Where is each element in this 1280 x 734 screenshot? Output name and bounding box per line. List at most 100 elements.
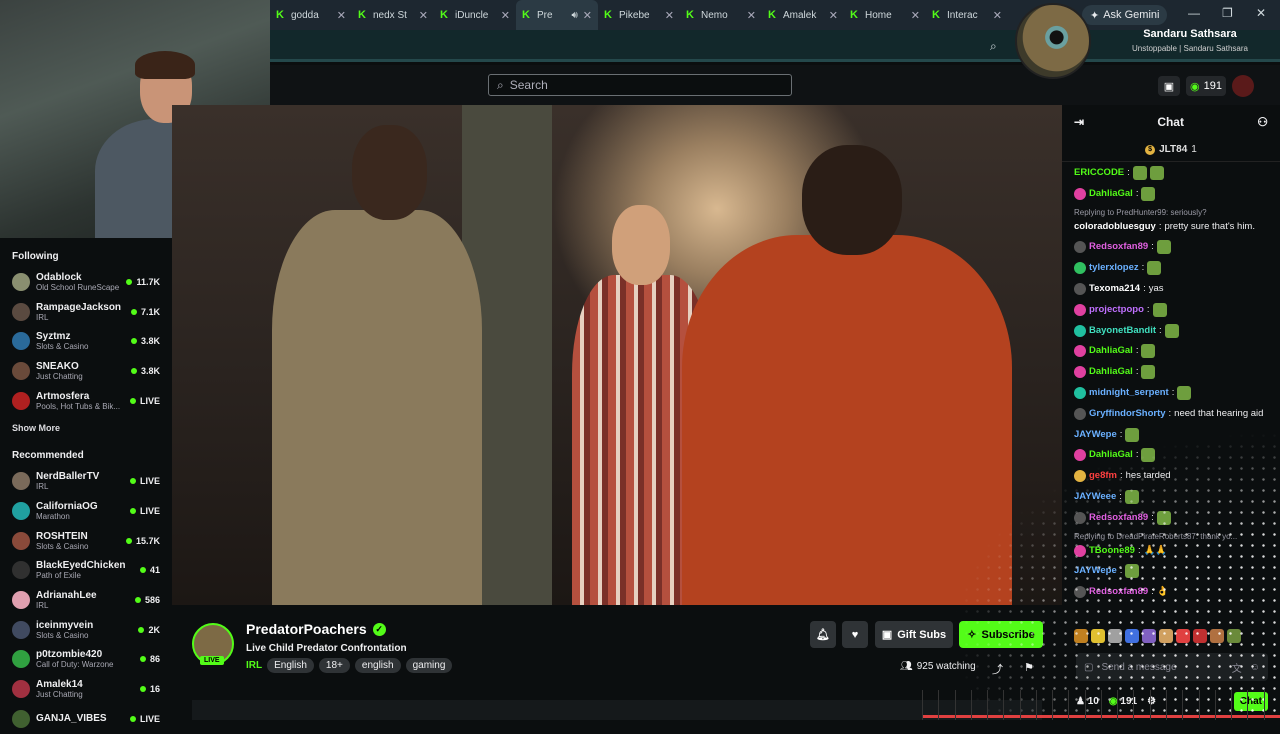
emote-bar[interactable] — [1074, 629, 1241, 643]
close-tab-icon[interactable]: ✕ — [665, 9, 674, 22]
tag[interactable]: English — [267, 658, 314, 673]
chat-message[interactable]: coloradobluesguy: pretty sure that's him. — [1074, 220, 1268, 234]
close-window-icon[interactable]: ✕ — [1256, 6, 1266, 20]
minimize-icon[interactable]: — — [1188, 6, 1200, 20]
chat-username[interactable]: midnight_serpent — [1089, 386, 1169, 400]
chat-username[interactable]: DahliaGal — [1089, 344, 1133, 358]
browser-tab[interactable]: Knedx St ✕ — [352, 0, 434, 30]
chat-message[interactable]: JAYWepe: — [1074, 564, 1268, 579]
tag[interactable]: english — [354, 658, 401, 673]
chat-username[interactable]: BayonetBandit — [1089, 324, 1156, 338]
sidebar-channel-item[interactable]: Artmosfera Pools, Hot Tubs & Bik... LIVE — [0, 386, 172, 416]
channel-name[interactable]: PredatorPoachers — [246, 621, 367, 637]
chat-username[interactable]: Texoma214 — [1089, 282, 1140, 296]
close-tab-icon[interactable]: ✕ — [993, 9, 1002, 22]
heart-icon[interactable]: ♥ — [842, 621, 868, 648]
chat-username[interactable]: DahliaGal — [1089, 448, 1133, 462]
ask-gemini-button[interactable]: ✦ Ask Gemini — [1082, 5, 1168, 25]
video-player[interactable] — [172, 105, 1062, 605]
sidebar-channel-item[interactable]: NerdBallerTV IRL LIVE — [0, 466, 172, 496]
chat-message[interactable]: TBoone89: 🙏🙏 — [1074, 544, 1268, 558]
chat-username[interactable]: Redsoxfan89 — [1089, 511, 1148, 525]
chat-message[interactable]: DahliaGal: — [1074, 186, 1268, 201]
speaker-icon[interactable]: 🔊︎ — [571, 10, 577, 21]
bell-icon[interactable]: 🔔︎ — [810, 621, 836, 648]
sidebar-channel-item[interactable]: CaliforniaOG Marathon LIVE — [0, 496, 172, 526]
chat-username[interactable]: TBoone89 — [1089, 544, 1135, 558]
chat-message[interactable]: midnight_serpent: — [1074, 385, 1268, 400]
chat-users-icon[interactable]: ⚇ — [1257, 115, 1268, 129]
sidebar-channel-item[interactable]: RampageJackson IRL 7.1K — [0, 297, 172, 327]
settings-icon[interactable]: ⚙ — [1147, 696, 1156, 707]
chat-username[interactable]: coloradobluesguy — [1074, 220, 1156, 234]
tag[interactable]: 18+ — [318, 658, 350, 673]
collapse-chat-icon[interactable]: ⇥ — [1074, 115, 1084, 129]
chat-message[interactable]: DahliaGal: — [1074, 344, 1268, 359]
browser-tab[interactable]: K Pre 🔊︎ ✕ — [516, 0, 598, 30]
chat-message[interactable]: ERICCODE: — [1074, 166, 1268, 180]
browser-tab[interactable]: K Nemo ✕ — [680, 0, 762, 30]
chat-leaderboard[interactable]: $ JLT84 1 — [1062, 138, 1280, 162]
chat-message[interactable]: projectpopo: — [1074, 302, 1268, 317]
close-tab-icon[interactable]: ✕ — [419, 9, 428, 22]
user-avatar[interactable] — [1232, 75, 1254, 97]
chat-username[interactable]: GryffindorShorty — [1089, 407, 1166, 421]
close-tab-icon[interactable]: ✕ — [583, 9, 592, 22]
close-tab-icon[interactable]: ✕ — [501, 9, 510, 22]
sidebar-channel-item[interactable]: BlackEyedChicken Path of Exile 41 — [0, 556, 172, 586]
chat-message[interactable]: BayonetBandit: — [1074, 323, 1268, 338]
chat-message[interactable]: tylerxlopez: — [1074, 261, 1268, 276]
search-input[interactable]: ⌕ Search — [488, 74, 792, 96]
browser-tab[interactable]: K Amalek ✕ — [762, 0, 844, 30]
sidebar-channel-item[interactable]: SNEAKO Just Chatting 3.8K — [0, 356, 172, 386]
browser-tab[interactable]: K Interac ✕ — [926, 0, 1008, 30]
report-icon[interactable]: ⚑ — [1024, 661, 1034, 674]
chat-input[interactable]: ▢ Send a message 文 ☺ — [1076, 653, 1268, 681]
chat-message[interactable]: ge8fm: hes tarded — [1074, 469, 1268, 483]
subscribe-button[interactable]: ✧ Subscribe — [959, 621, 1043, 648]
chat-send-button[interactable]: Chat — [1233, 691, 1268, 711]
close-tab-icon[interactable]: ✕ — [747, 9, 756, 22]
chat-message[interactable]: Texoma214: yas — [1074, 282, 1268, 296]
browser-tab[interactable]: K Pikebe ✕ — [598, 0, 680, 30]
sidebar-channel-item[interactable]: AdrianahLee IRL 586 — [0, 585, 172, 615]
stream-category[interactable]: IRL — [246, 660, 262, 671]
chat-username[interactable]: Redsoxfan89 — [1089, 240, 1148, 254]
chat-username[interactable]: tylerxlopez — [1089, 261, 1139, 275]
chat-username[interactable]: Redsoxfan89 — [1089, 585, 1148, 599]
restore-icon[interactable]: ❐ — [1222, 6, 1233, 20]
sidebar-channel-item[interactable]: Amalek14 Just Chatting 16 — [0, 674, 172, 704]
chat-username[interactable]: JAYWeee — [1074, 490, 1116, 504]
browser-tab[interactable]: K Home ✕ — [844, 0, 926, 30]
address-bar[interactable]: ⌕ — [270, 30, 1280, 62]
chat-username[interactable]: projectpopo — [1089, 303, 1144, 317]
chat-message[interactable]: JAYWeee: — [1074, 489, 1268, 504]
gift-icon[interactable]: ▣ — [1158, 76, 1180, 96]
sidebar-channel-item[interactable]: Odablock Old School RuneScape 11.7K — [0, 267, 172, 297]
chat-username[interactable]: ge8fm — [1089, 469, 1117, 483]
emoji-icon[interactable]: ☺ — [1250, 662, 1260, 673]
sidebar-channel-item[interactable]: GANJA_VIBES LIVE — [0, 704, 172, 734]
points-button[interactable]: ◉ 191 — [1186, 76, 1226, 96]
chat-message[interactable]: Redsoxfan89: — [1074, 240, 1268, 255]
translate-icon[interactable]: 文 — [1232, 660, 1242, 675]
chat-username[interactable]: JAYWepe — [1074, 564, 1117, 578]
chat-username[interactable]: DahliaGal — [1089, 187, 1133, 201]
chat-message[interactable]: JAYWepe: — [1074, 427, 1268, 442]
close-tab-icon[interactable]: ✕ — [337, 9, 346, 22]
chat-message[interactable]: GryffindorShorty: need that hearing aid — [1074, 407, 1268, 421]
browser-tab[interactable]: Kgodda ✕ — [270, 0, 352, 30]
share-icon[interactable]: ⤴ — [992, 661, 1003, 677]
chat-username[interactable]: ERICCODE — [1074, 166, 1124, 180]
sidebar-channel-item[interactable]: p0tzombie420 Call of Duty: Warzone 86 — [0, 645, 172, 675]
chat-message[interactable]: Redsoxfan89: 👌 — [1074, 585, 1268, 599]
sidebar-channel-item[interactable]: Syztmz Slots & Casino 3.8K — [0, 326, 172, 356]
sidebar-channel-item[interactable]: iceinmyvein Slots & Casino 2K — [0, 615, 172, 645]
chat-message[interactable]: DahliaGal: — [1074, 365, 1268, 380]
gift-subs-button[interactable]: ▣ Gift Subs — [875, 621, 953, 648]
sidebar-channel-item[interactable]: ROSHTEIN Slots & Casino 15.7K — [0, 526, 172, 556]
chat-message[interactable]: DahliaGal: — [1074, 448, 1268, 463]
close-tab-icon[interactable]: ✕ — [829, 9, 838, 22]
show-more-link[interactable]: Show More — [0, 415, 172, 443]
chat-username[interactable]: JAYWepe — [1074, 428, 1117, 442]
